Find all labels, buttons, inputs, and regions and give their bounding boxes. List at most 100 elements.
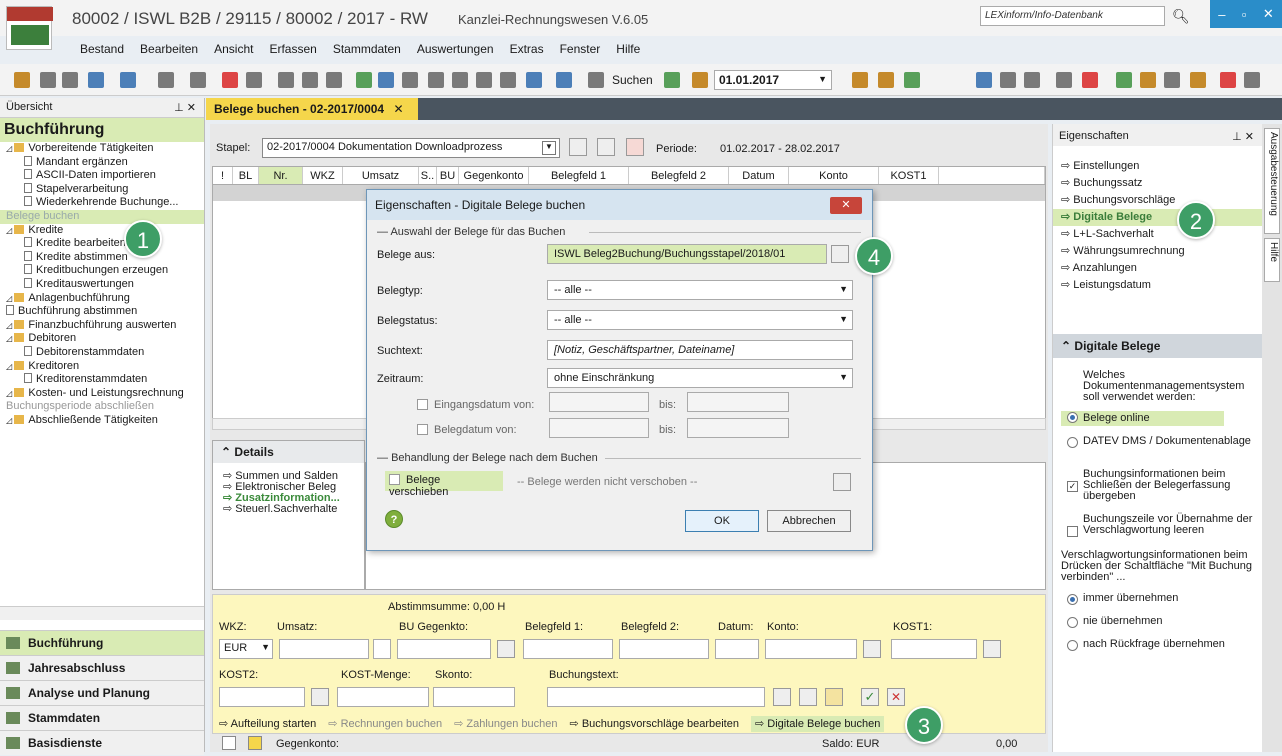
status-note-icon[interactable]: [248, 736, 262, 750]
umsatz-input[interactable]: [279, 639, 369, 659]
menu-item-bearbeiten[interactable]: Bearbeiten: [132, 40, 206, 60]
property-item[interactable]: ⇨ Einstellungen: [1053, 158, 1262, 175]
search-input[interactable]: LEXinform/Info-Datenbank: [980, 6, 1165, 26]
attach-beleg-icon[interactable]: [825, 688, 843, 706]
bu-gegenkto-input[interactable]: [397, 639, 491, 659]
property-item[interactable]: ⇨ L+L-Sachverhalt: [1053, 226, 1262, 243]
kost2-lookup-icon[interactable]: [311, 688, 329, 706]
eingangsdatum-from[interactable]: [549, 392, 649, 412]
chevron-down-icon[interactable]: ▼: [261, 642, 270, 652]
note-icon[interactable]: [1220, 72, 1236, 88]
radio-immer[interactable]: [1067, 594, 1078, 605]
stapel-list-icon[interactable]: [569, 138, 587, 156]
grid-column-header[interactable]: Umsatz: [343, 167, 419, 184]
cancel-icon[interactable]: ✕: [887, 688, 905, 706]
collapse-icon[interactable]: ⌃: [1061, 339, 1071, 353]
paste-icon[interactable]: [326, 72, 342, 88]
doc-icon[interactable]: [799, 688, 817, 706]
nav-button[interactable]: Analyse und Planung: [0, 680, 204, 705]
belegdatum-row[interactable]: Belegdatum von:: [417, 424, 517, 436]
menu-item-ansicht[interactable]: Ansicht: [206, 40, 261, 60]
checkbox-uebergeben[interactable]: ✓: [1067, 481, 1078, 492]
buchungstext-input[interactable]: [547, 687, 765, 707]
kost1-lookup-icon[interactable]: [983, 640, 1001, 658]
open-icon[interactable]: [14, 72, 30, 88]
ok-button[interactable]: OK: [685, 510, 759, 532]
chevron-down-icon[interactable]: ▼: [818, 74, 827, 84]
cancel-button[interactable]: Abbrechen: [767, 510, 851, 532]
cut-icon[interactable]: [222, 72, 238, 88]
belegstatus-select[interactable]: -- alle --: [547, 310, 853, 330]
tree-item[interactable]: ◿ Kredite: [0, 224, 204, 238]
tree-item[interactable]: ◿ Kreditoren: [0, 360, 204, 374]
nav-button[interactable]: Basisdienste: [0, 730, 204, 755]
lines-icon[interactable]: [476, 72, 492, 88]
table-icon[interactable]: [452, 72, 468, 88]
layers-icon[interactable]: [1024, 72, 1040, 88]
grid-column-header[interactable]: KOST1: [879, 167, 939, 184]
stapel-export-icon[interactable]: [597, 138, 615, 156]
expander-icon[interactable]: ◿: [6, 416, 14, 425]
suchtext-input[interactable]: [Notiz, Geschäftspartner, Dateiname]: [547, 340, 853, 360]
konto-input[interactable]: [765, 639, 857, 659]
verschieben-checkbox[interactable]: [389, 474, 400, 485]
arrow-up-icon[interactable]: [88, 72, 104, 88]
stapel-select[interactable]: 02-2017/0004 Dokumentation Downloadproze…: [262, 138, 560, 158]
tree-item[interactable]: ASCII-Daten importieren: [0, 169, 204, 183]
eingangsdatum-to[interactable]: [687, 392, 789, 412]
grid-column-header[interactable]: WKZ: [303, 167, 343, 184]
option-datev-dms[interactable]: DATEV DMS / Dokumentenablage: [1061, 436, 1254, 448]
kost2-input[interactable]: [219, 687, 305, 707]
menu-item-extras[interactable]: Extras: [502, 40, 552, 60]
radio-datev-dms[interactable]: [1067, 437, 1078, 448]
action-link[interactable]: ⇨ Rechnungen buchen: [328, 718, 442, 730]
arrow-right-icon[interactable]: [120, 72, 136, 88]
skonto-input[interactable]: [433, 687, 515, 707]
grid-column-header[interactable]: Belegfeld 2: [629, 167, 729, 184]
scissors-icon[interactable]: [278, 72, 294, 88]
details-item[interactable]: ⇨ Steuerl.Sachverhalte: [213, 504, 364, 515]
grid-column-header[interactable]: Gegenkonto: [459, 167, 529, 184]
menu-item-fenster[interactable]: Fenster: [552, 40, 609, 60]
tree-item[interactable]: Stapelverarbeitung: [0, 182, 204, 197]
nav-button[interactable]: Jahresabschluss: [0, 655, 204, 680]
lex-icon[interactable]: [904, 72, 920, 88]
verschieben-browse-icon[interactable]: [833, 473, 851, 491]
help-icon[interactable]: [852, 72, 868, 88]
grid-column-header[interactable]: BL: [233, 167, 259, 184]
copy-icon[interactable]: [302, 72, 318, 88]
menu-item-bestand[interactable]: Bestand: [72, 40, 132, 60]
minimize-icon[interactable]: –: [1218, 7, 1225, 22]
document-icon[interactable]: [526, 72, 542, 88]
konto-lookup-icon[interactable]: [863, 640, 881, 658]
belege-aus-field[interactable]: ISWL Beleg2Buchung/Buchungsstapel/2018/0…: [547, 244, 827, 264]
property-item[interactable]: ⇨ Buchungssatz: [1053, 175, 1262, 192]
property-item[interactable]: ⇨ Buchungsvorschläge: [1053, 192, 1262, 209]
text-lookup-icon[interactable]: [773, 688, 791, 706]
search-icon[interactable]: 🔍︎: [1172, 8, 1190, 25]
action-link[interactable]: ⇨ Zahlungen buchen: [454, 718, 557, 730]
save-icon[interactable]: [556, 72, 572, 88]
action-link[interactable]: ⇨ Buchungsvorschläge bearbeiten: [570, 718, 739, 730]
eingangsdatum-checkbox[interactable]: [417, 399, 428, 410]
tab-ausgabesteuerung[interactable]: Ausgabesteuerung: [1264, 128, 1280, 234]
soll-haben-input[interactable]: [373, 639, 391, 659]
option-immer[interactable]: immer übernehmen: [1061, 593, 1254, 605]
tree-item[interactable]: ◿ Debitoren: [0, 332, 204, 346]
tree-item[interactable]: Buchungsperiode abschließen: [0, 400, 204, 414]
expander-icon[interactable]: ◿: [6, 294, 14, 303]
grid-column-header[interactable]: Datum: [729, 167, 789, 184]
grid-column-header[interactable]: Nr.: [259, 167, 303, 184]
folder-icon[interactable]: [1140, 72, 1156, 88]
verschieben-check[interactable]: Belege verschieben: [385, 471, 503, 498]
radio-nie[interactable]: [1067, 617, 1078, 628]
grid-column-header[interactable]: Belegfeld 1: [529, 167, 629, 184]
filter-icon[interactable]: [356, 72, 372, 88]
tree-item[interactable]: ◿ Anlagenbuchführung: [0, 292, 204, 306]
action-link[interactable]: ⇨ Digitale Belege buchen: [750, 716, 885, 732]
tab-close-icon[interactable]: ✕: [393, 102, 403, 116]
datum-input[interactable]: [715, 639, 759, 659]
option-nie[interactable]: nie übernehmen: [1061, 616, 1254, 628]
tree-item[interactable]: ◿ Vorbereitende Tätigkeiten: [0, 142, 204, 156]
menu-item-stammdaten[interactable]: Stammdaten: [325, 40, 409, 60]
